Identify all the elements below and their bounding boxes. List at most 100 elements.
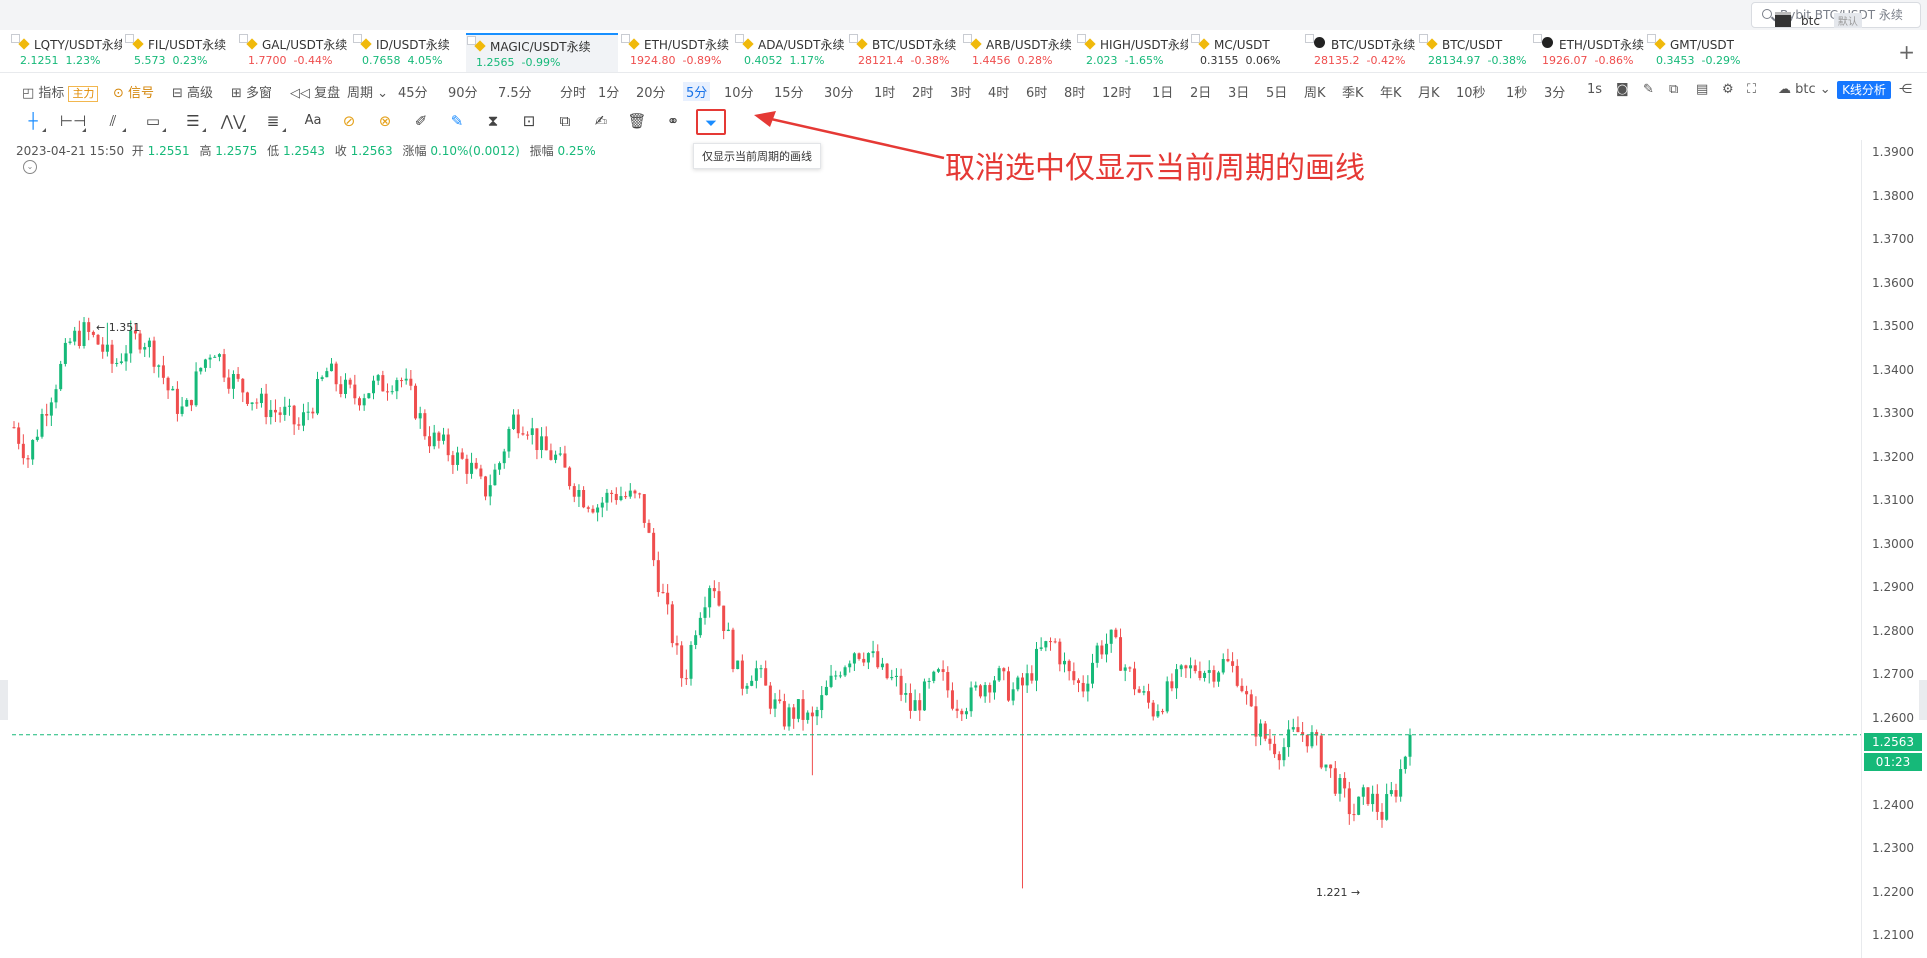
crosshair-tool-icon[interactable]: ┼ xyxy=(20,110,46,132)
lock-drawings-icon[interactable]: ✐ xyxy=(408,110,434,132)
signal-button[interactable]: ⊙ 信号 xyxy=(113,82,154,101)
cloud-icon[interactable]: ☁ btc ⌄ xyxy=(1778,82,1831,97)
tab-checkbox[interactable] xyxy=(1077,34,1086,43)
tab-checkbox[interactable] xyxy=(239,34,248,43)
magnet-tool-icon[interactable]: ⊘ xyxy=(336,110,362,132)
period-option[interactable]: 月K xyxy=(1418,82,1440,101)
candlestick-chart[interactable] xyxy=(12,140,1861,958)
period-option[interactable]: 12时 xyxy=(1102,82,1132,101)
interval-label[interactable]: 1s xyxy=(1587,82,1602,97)
trend-line-tool-icon[interactable]: ⫽ xyxy=(100,110,126,132)
pencil-icon[interactable]: ✎ xyxy=(1643,82,1654,97)
filter-current-period-icon[interactable]: ⏷ xyxy=(696,109,726,135)
delete-icon[interactable]: 🗑 xyxy=(624,110,650,132)
share-icon[interactable]: ⋲ xyxy=(1899,82,1912,97)
ticker-tab[interactable]: ETH/USDT永续 1926.07 -0.86% xyxy=(1532,33,1644,72)
candlestick-icon[interactable]: ⧗ xyxy=(480,110,506,132)
period-option[interactable]: 1时 xyxy=(874,82,895,101)
period-option[interactable]: 4时 xyxy=(988,82,1009,101)
tab-checkbox[interactable] xyxy=(849,34,858,43)
period-option[interactable]: 10分 xyxy=(724,82,754,101)
lock-icon[interactable]: ⊡ xyxy=(516,110,542,132)
period-option[interactable]: 7.5分 xyxy=(498,82,532,101)
tab-checkbox[interactable] xyxy=(1305,34,1314,43)
add-tab-button[interactable]: + xyxy=(1898,40,1915,64)
text-tool-icon[interactable]: Aa xyxy=(300,110,326,132)
tab-checkbox[interactable] xyxy=(467,36,476,45)
rectangle-tool-icon[interactable]: ▭ xyxy=(140,110,166,132)
ticker-tab[interactable]: MAGIC/USDT永续 1.2565 -0.99% xyxy=(466,33,618,72)
period-option[interactable]: 30分 xyxy=(824,82,854,101)
parallel-channel-tool-icon[interactable]: ☰ xyxy=(180,110,206,132)
indicator-button[interactable]: ◰ 指标 主力 xyxy=(22,82,99,102)
period-option[interactable]: 3日 xyxy=(1228,82,1249,101)
advanced-button[interactable]: ⊟ 高级 xyxy=(172,82,213,101)
fullscreen-icon[interactable]: ⛶ xyxy=(1747,82,1756,97)
ticker-tab[interactable]: FIL/USDT永续 5.573 0.23% xyxy=(124,33,236,72)
magnet-strong-tool-icon[interactable]: ⊗ xyxy=(372,110,398,132)
period-option[interactable]: 45分 xyxy=(398,82,428,101)
save-icon[interactable]: ▤ xyxy=(1696,82,1708,97)
tab-checkbox[interactable] xyxy=(11,34,20,43)
ticker-tab[interactable]: HIGH/USDT永续 2.023 -1.65% xyxy=(1076,33,1188,72)
ticker-tab[interactable]: ID/USDT永续 0.7658 4.05% xyxy=(352,33,464,72)
price-axis[interactable]: 1.3900 1.3800 1.3700 1.3600 1.3500 1.3400 1.33… xyxy=(1861,140,1927,958)
period-option[interactable]: 8时 xyxy=(1064,82,1085,101)
tab-checkbox[interactable] xyxy=(125,34,134,43)
ticker-tab[interactable]: BTC/USDT 28134.97 -0.38% xyxy=(1418,33,1530,72)
tab-checkbox[interactable] xyxy=(353,34,362,43)
period-option[interactable]: 3时 xyxy=(950,82,971,101)
tab-checkbox[interactable] xyxy=(1647,34,1656,43)
left-panel-handle[interactable] xyxy=(0,680,8,720)
ticker-tab[interactable]: BTC/USDT永续 28135.2 -0.42% xyxy=(1304,33,1416,72)
fibonacci-tool-icon[interactable]: ≣ xyxy=(260,110,286,132)
ticker-tab[interactable]: ADA/USDT永续 0.4052 1.17% xyxy=(734,33,846,72)
period-option[interactable]: 15分 xyxy=(774,82,804,101)
ticker-tab[interactable]: MC/USDT 0.3155 0.06% xyxy=(1190,33,1302,72)
period-option[interactable]: 季K xyxy=(1342,82,1364,101)
continuous-draw-icon[interactable]: ✎ xyxy=(444,110,470,132)
period-option[interactable]: 2时 xyxy=(912,82,933,101)
period-option[interactable]: 1秒 xyxy=(1506,82,1527,101)
tab-checkbox[interactable] xyxy=(963,34,972,43)
tab-checkbox[interactable] xyxy=(621,34,630,43)
period-option[interactable]: 周K xyxy=(1304,82,1326,101)
period-option[interactable]: 2日 xyxy=(1190,82,1211,101)
right-panel-handle[interactable] xyxy=(1919,680,1927,720)
layout-icon[interactable]: ⧉ xyxy=(1669,82,1678,97)
period-option[interactable]: 5日 xyxy=(1266,82,1287,101)
ticker-tab[interactable]: GMT/USDT 0.3453 -0.29% xyxy=(1646,33,1758,72)
tab-checkbox[interactable] xyxy=(1191,34,1200,43)
period-option[interactable]: 20分 xyxy=(636,82,666,101)
camera-icon[interactable]: ◙ xyxy=(1616,82,1629,97)
period-option[interactable]: 年K xyxy=(1380,82,1402,101)
tab-checkbox[interactable] xyxy=(735,34,744,43)
language-switch[interactable]: btc 默认 xyxy=(1775,12,1862,28)
period-dropdown[interactable]: 周期 ⌄ xyxy=(347,82,388,101)
period-option[interactable]: 1分 xyxy=(598,82,619,101)
copy-icon[interactable]: ⧉ xyxy=(552,110,578,132)
replay-button[interactable]: ◁◁ 复盘 xyxy=(290,82,340,101)
ticker-tab[interactable]: LQTY/USDT永续 2.1251 1.23% xyxy=(10,33,122,72)
period-option[interactable]: 10秒 xyxy=(1456,82,1486,101)
period-option[interactable]: 分时 xyxy=(560,82,586,101)
link-icon[interactable]: ⚭ xyxy=(660,110,686,132)
ticker-tab[interactable]: ARB/USDT永续 1.4456 0.28% xyxy=(962,33,1074,72)
edit-icon[interactable]: ✍ xyxy=(588,110,614,132)
settings-icon[interactable]: ⚙ xyxy=(1722,82,1734,97)
wave-pattern-tool-icon[interactable]: ⋀⋁ xyxy=(220,110,246,132)
period-option[interactable]: 5分 xyxy=(683,82,711,101)
horizontal-segment-tool-icon[interactable]: ⊢⊣ xyxy=(60,110,86,132)
candle-body xyxy=(745,685,749,689)
ticker-tab[interactable]: GAL/USDT永续 1.7700 -0.44% xyxy=(238,33,350,72)
tab-checkbox[interactable] xyxy=(1533,34,1542,43)
ticker-tab[interactable]: BTC/USDT永续 28121.4 -0.38% xyxy=(848,33,960,72)
kline-analysis-button[interactable]: K线分析 xyxy=(1837,81,1891,99)
period-option[interactable]: 6时 xyxy=(1026,82,1047,101)
tab-checkbox[interactable] xyxy=(1419,34,1428,43)
period-option[interactable]: 3分 xyxy=(1544,82,1565,101)
period-option[interactable]: 90分 xyxy=(448,82,478,101)
period-option[interactable]: 1日 xyxy=(1152,82,1173,101)
multi-window-button[interactable]: ⊞ 多窗 xyxy=(231,82,272,101)
ticker-tab[interactable]: ETH/USDT永续 1924.80 -0.89% xyxy=(620,33,732,72)
